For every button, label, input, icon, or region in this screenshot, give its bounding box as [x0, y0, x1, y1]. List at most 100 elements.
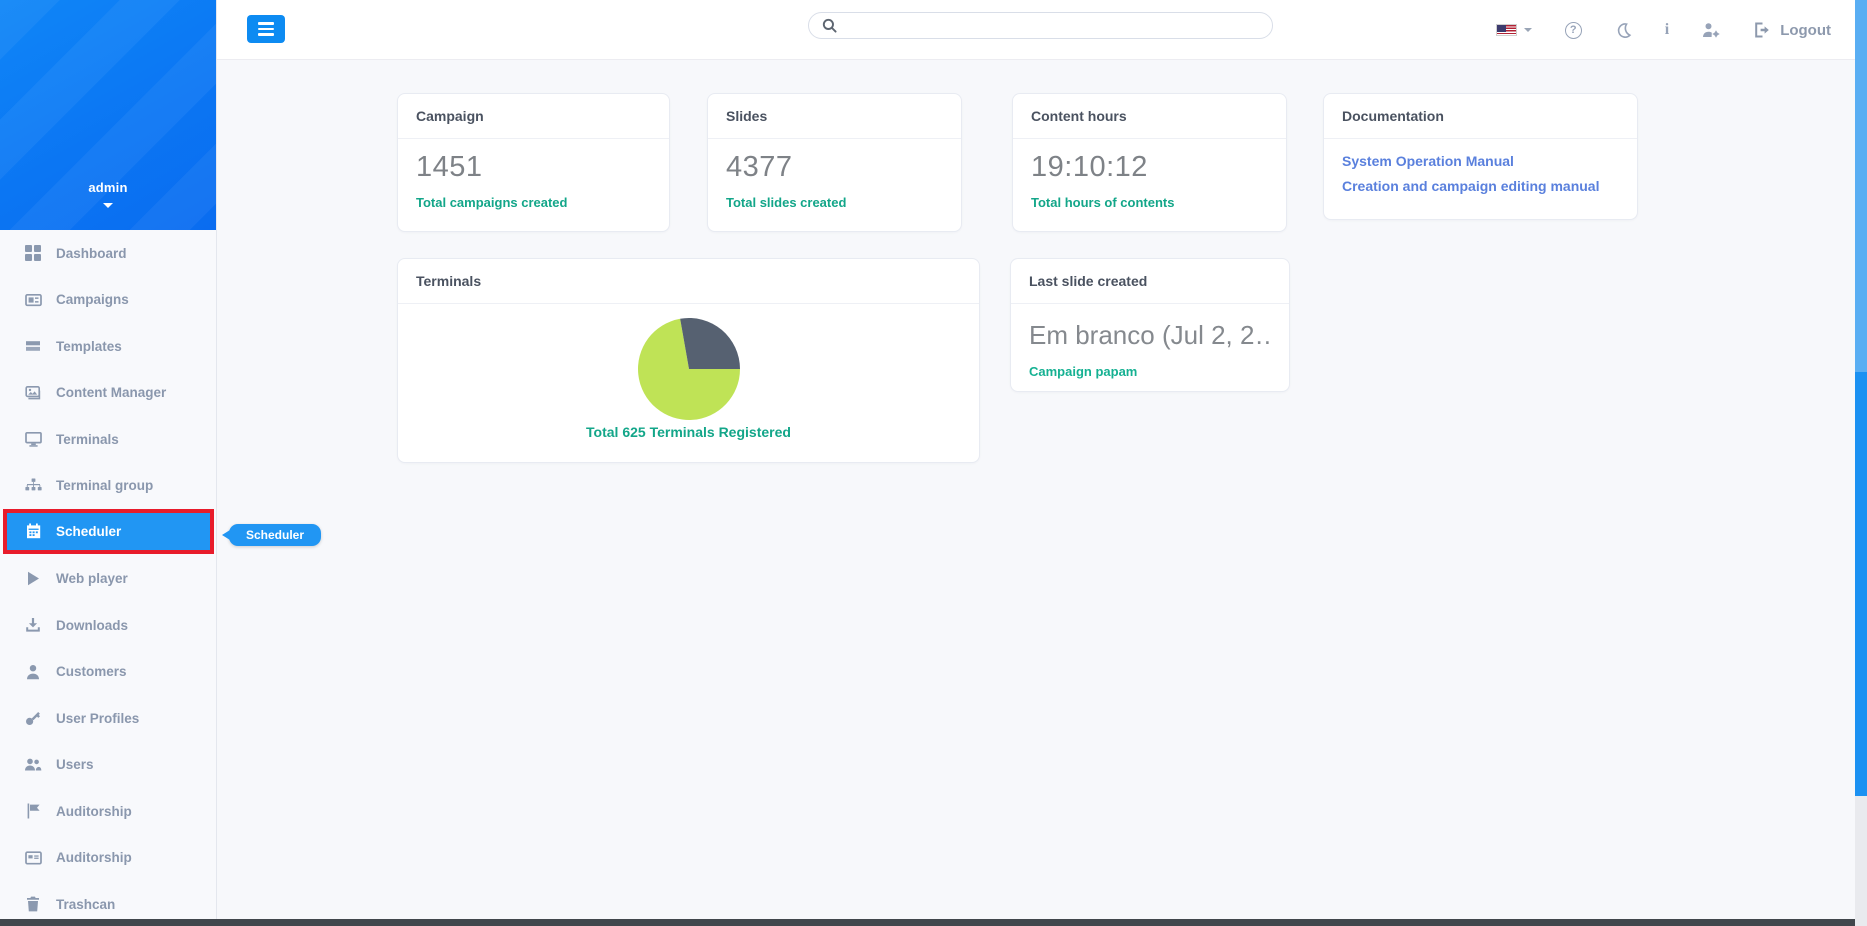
search-input[interactable] [845, 13, 1272, 38]
sidebar-item-label: Scheduler [56, 523, 122, 539]
card-title: Content hours [1013, 94, 1286, 139]
bottom-edge-strip [0, 919, 1855, 926]
content-hours-stat-card: Content hours 19:10:12 Total hours of co… [1012, 93, 1287, 232]
scrollbar-thumb[interactable] [1855, 0, 1867, 372]
search-icon [822, 18, 837, 33]
card-title: Campaign [398, 94, 669, 139]
campaign-count: 1451 [416, 151, 483, 183]
sidebar-nav: Dashboard Campaigns Templates Content Ma… [0, 230, 216, 926]
sidebar-item-templates[interactable]: Templates [0, 323, 216, 370]
username: admin [88, 180, 128, 195]
sidebar-item-label: Users [56, 757, 94, 773]
content-hours-caption: Total hours of contents [1031, 195, 1175, 210]
sidebar-item-user-profiles[interactable]: User Profiles [0, 695, 216, 742]
sidebar-item-terminals[interactable]: Terminals [0, 416, 216, 463]
sidebar-item-label: Web player [56, 571, 128, 587]
menu-toggle-button[interactable] [247, 15, 285, 43]
monitor-icon [23, 431, 43, 447]
content-hours-value: 19:10:12 [1031, 151, 1148, 183]
documentation-card: Documentation System Operation Manual Cr… [1323, 93, 1638, 220]
dark-mode-toggle[interactable] [1615, 22, 1632, 39]
sidebar-item-terminal-group[interactable]: Terminal group [0, 463, 216, 510]
images-icon [23, 385, 43, 401]
sidebar-item-label: Campaigns [56, 292, 129, 308]
sidebar-item-web-player[interactable]: Web player [0, 556, 216, 603]
help-icon: ? [1564, 21, 1582, 39]
campaign-caption: Total campaigns created [416, 195, 568, 210]
slides-caption: Total slides created [726, 195, 847, 210]
card-title: Terminals [398, 259, 979, 304]
flag-icon [23, 803, 43, 819]
play-icon [23, 571, 43, 586]
last-slide-campaign-link[interactable]: Campaign papam [1029, 364, 1271, 379]
sidebar-item-label: Auditorship [56, 850, 132, 866]
last-slide-card: Last slide created Em branco (Jul 2, 2… … [1010, 258, 1290, 392]
slides-stat-card: Slides 4377 Total slides created [707, 93, 962, 232]
card-title: Documentation [1324, 94, 1637, 139]
scrollbar-track[interactable] [1855, 372, 1867, 796]
last-slide-name: Em branco (Jul 2, 2… [1029, 320, 1271, 350]
sidebar-item-customers[interactable]: Customers [0, 649, 216, 696]
sidebar-item-scheduler[interactable]: Scheduler [7, 513, 210, 550]
sidebar-item-label: Dashboard [56, 245, 127, 261]
topbar-actions: ? i Logout [1495, 0, 1831, 60]
sitemap-icon [23, 478, 43, 494]
sidebar-item-label: Downloads [56, 617, 129, 633]
logout-button[interactable]: Logout [1754, 22, 1831, 39]
user-gear-icon [1702, 22, 1721, 38]
newspaper-icon [23, 292, 43, 308]
chevron-down-icon [103, 203, 113, 208]
scheduler-tooltip: Scheduler [221, 524, 322, 546]
sidebar-item-auditorship-card[interactable]: Auditorship [0, 835, 216, 882]
terminals-total-caption: Total 625 Terminals Registered [586, 424, 791, 440]
logout-icon [1754, 22, 1772, 38]
info-button[interactable]: i [1665, 21, 1669, 39]
info-icon: i [1664, 21, 1670, 38]
search-box [808, 12, 1273, 39]
calendar-icon [23, 523, 43, 539]
card-title: Last slide created [1011, 259, 1289, 304]
user-menu[interactable]: admin [0, 180, 216, 208]
sidebar-item-campaigns[interactable]: Campaigns [0, 277, 216, 324]
sidebar-item-label: User Profiles [56, 710, 140, 726]
sidebar-item-content-manager[interactable]: Content Manager [0, 370, 216, 417]
scrollbar-lower-area [1855, 796, 1867, 926]
users-icon [23, 757, 43, 772]
chevron-down-icon [1523, 28, 1532, 32]
topbar: ? i Logout [217, 0, 1867, 60]
pie-slice-dark [679, 317, 740, 369]
us-flag-icon [1495, 24, 1517, 36]
sidebar-item-scheduler-wrap: Scheduler [0, 509, 216, 556]
template-icon [23, 338, 43, 354]
sidebar-item-label: Customers [56, 664, 127, 680]
sidebar-item-label: Trashcan [56, 896, 116, 912]
card-title: Slides [708, 94, 961, 139]
terminals-chart-card: Terminals Total 625 Terminals Registered [397, 258, 980, 463]
slides-count: 4377 [726, 151, 793, 183]
dashboard-grid-icon [23, 245, 43, 262]
user-icon [23, 664, 43, 680]
doc-link-campaign-editing-manual[interactable]: Creation and campaign editing manual [1342, 178, 1619, 194]
help-button[interactable]: ? [1564, 21, 1582, 39]
campaign-stat-card: Campaign 1451 Total campaigns created [397, 93, 670, 232]
sidebar-item-label: Terminal group [56, 478, 154, 494]
language-selector[interactable] [1495, 24, 1532, 36]
sidebar-item-downloads[interactable]: Downloads [0, 602, 216, 649]
card-icon [23, 851, 43, 865]
sidebar-item-label: Terminals [56, 431, 119, 447]
sidebar-item-label: Auditorship [56, 803, 132, 819]
download-icon [23, 617, 43, 633]
sidebar-item-label: Templates [56, 338, 122, 354]
sidebar-user-panel: admin [0, 0, 216, 230]
sidebar: admin Dashboard Campaigns Templates Cont… [0, 0, 217, 920]
logout-label: Logout [1780, 21, 1831, 39]
sidebar-item-dashboard[interactable]: Dashboard [0, 230, 216, 277]
sidebar-item-label: Content Manager [56, 385, 167, 401]
sidebar-item-auditorship-flag[interactable]: Auditorship [0, 788, 216, 835]
trash-icon [23, 896, 43, 912]
sidebar-item-users[interactable]: Users [0, 742, 216, 789]
doc-link-system-operation-manual[interactable]: System Operation Manual [1342, 153, 1619, 169]
account-settings-button[interactable] [1702, 22, 1721, 38]
key-icon [23, 710, 43, 726]
moon-icon [1615, 22, 1632, 39]
